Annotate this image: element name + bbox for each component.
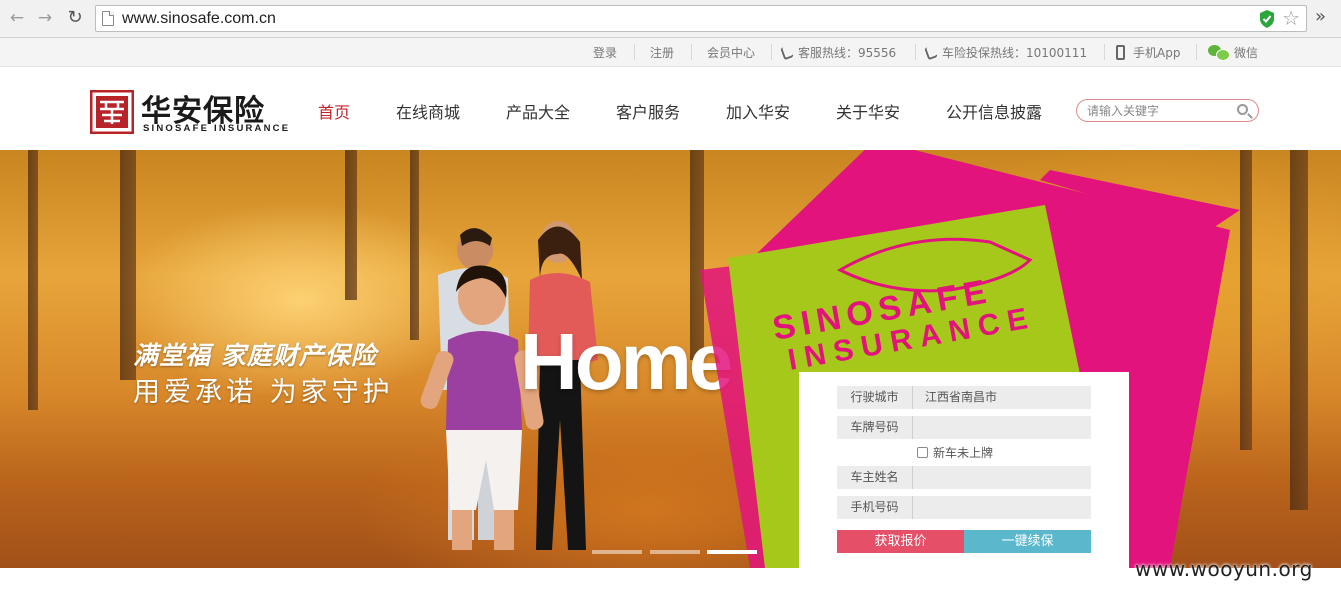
phone-field: 手机号码 [837, 496, 1091, 519]
nav-online-mall[interactable]: 在线商城 [396, 99, 460, 123]
plate-input[interactable] [915, 418, 1087, 437]
watermark-text: www.wooyun.org [1135, 557, 1313, 581]
new-car-label: 新车未上牌 [933, 446, 994, 460]
browser-toolbar: ← → ↻ www.sinosafe.com.cn ☆ » [0, 0, 1341, 38]
slider-dot-2[interactable] [650, 550, 700, 554]
sinosafe-logo-icon[interactable] [90, 90, 134, 134]
search-box [1076, 99, 1259, 122]
address-bar[interactable]: www.sinosafe.com.cn ☆ [95, 5, 1307, 32]
new-car-checkbox-row[interactable]: 新车未上牌 [917, 444, 993, 461]
mobile-phone-icon [1116, 45, 1125, 60]
divider [915, 44, 916, 60]
car-hotline: 车险投保热线：10100111 [924, 44, 1088, 61]
tree-trunk [345, 150, 357, 300]
service-hotline-text: 客服热线：95556 [798, 46, 897, 60]
tree-trunk [1290, 150, 1308, 510]
search-input[interactable] [1087, 103, 1227, 119]
nav-about-us[interactable]: 关于华安 [836, 99, 900, 123]
plate-label: 车牌号码 [837, 416, 913, 439]
city-label: 行驶城市 [837, 386, 913, 409]
one-click-renew-button[interactable]: 一键续保 [964, 530, 1091, 553]
nav-home[interactable]: 首页 [318, 99, 350, 123]
forward-arrow-icon[interactable]: → [34, 7, 56, 29]
divider [1196, 44, 1197, 60]
wechat-link[interactable]: 微信 [1208, 44, 1258, 61]
divider [771, 44, 772, 60]
city-value[interactable]: 江西省南昌市 [925, 386, 997, 409]
get-quote-button[interactable]: 获取报价 [837, 530, 964, 553]
mobile-app-text: 手机App [1133, 46, 1181, 60]
banner-slogan: 用爱承诺 为家守护 [133, 377, 394, 408]
wechat-icon [1208, 45, 1230, 61]
phone-icon [924, 44, 938, 61]
slider-indicators [592, 550, 758, 554]
bookmark-star-icon[interactable]: ☆ [1282, 7, 1300, 29]
hero-banner[interactable]: 满堂福 家庭财产保险 用爱承诺 为家守护 Home SINOSAFE INSUR… [0, 150, 1341, 568]
search-icon[interactable] [1237, 104, 1248, 115]
wechat-text: 微信 [1234, 46, 1259, 60]
owner-label: 车主姓名 [837, 466, 913, 489]
logo-english-name: SINOSAFE INSURANCE [143, 123, 291, 134]
phone-label: 手机号码 [837, 496, 913, 519]
reload-icon[interactable]: ↻ [64, 7, 86, 29]
back-arrow-icon[interactable]: ← [6, 7, 28, 29]
new-car-checkbox[interactable] [917, 447, 928, 458]
security-shield-icon[interactable] [1258, 9, 1276, 29]
url-text[interactable]: www.sinosafe.com.cn [122, 10, 276, 28]
car-hotline-text: 车险投保热线：10100111 [942, 46, 1088, 60]
service-hotline: 客服热线：95556 [780, 44, 897, 61]
mobile-app-link[interactable]: 手机App [1116, 44, 1180, 61]
page-icon [102, 11, 114, 26]
nav-join-us[interactable]: 加入华安 [726, 99, 790, 123]
divider [634, 44, 635, 60]
nav-disclosure[interactable]: 公开信息披露 [946, 99, 1042, 123]
more-chevron-icon[interactable]: » [1315, 6, 1326, 27]
member-center-link[interactable]: 会员中心 [707, 44, 755, 61]
divider [691, 44, 692, 60]
register-link[interactable]: 注册 [650, 44, 674, 61]
car-insurance-quote-form: 行驶城市 江西省南昌市 车牌号码 新车未上牌 车主姓名 手机号码 获取报价 一键… [799, 372, 1129, 568]
slider-dot-1[interactable] [592, 550, 642, 554]
owner-input[interactable] [915, 468, 1087, 487]
login-link[interactable]: 登录 [593, 44, 617, 61]
tree-trunk [28, 150, 38, 410]
slider-dot-3[interactable] [707, 550, 757, 554]
nav-products[interactable]: 产品大全 [506, 99, 570, 123]
city-field[interactable]: 行驶城市 江西省南昌市 [837, 386, 1091, 409]
plate-field: 车牌号码 [837, 416, 1091, 439]
divider [1104, 44, 1105, 60]
banner-product-title: 满堂福 家庭财产保险 [133, 341, 377, 370]
phone-icon [780, 44, 794, 61]
owner-field: 车主姓名 [837, 466, 1091, 489]
phone-input[interactable] [915, 498, 1087, 517]
nav-customer-service[interactable]: 客户服务 [616, 99, 680, 123]
utility-bar: 登录 注册 会员中心 客服热线：95556 车险投保热线：10100111 手机… [0, 38, 1341, 67]
